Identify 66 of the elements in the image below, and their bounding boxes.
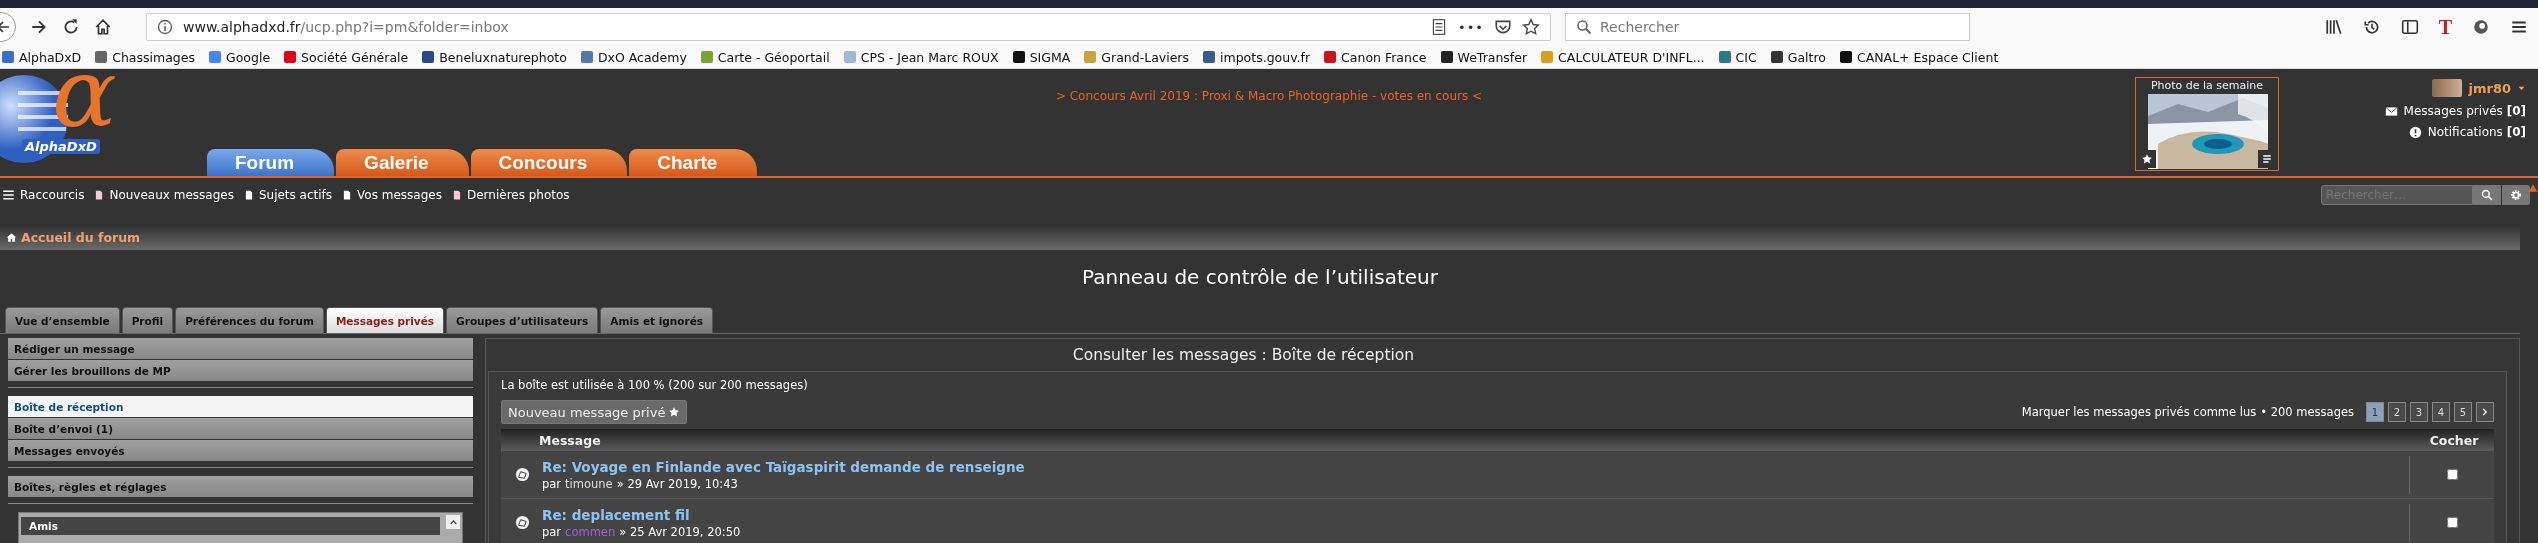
sidebar-item[interactable]: Rédiger un message	[8, 338, 473, 359]
logo-name: AlphaDxD	[22, 139, 100, 154]
bookmark[interactable]: CIC	[1718, 49, 1757, 65]
tab[interactable]: Amis et ignorés	[600, 307, 714, 333]
panel-title: Photo de la semaine	[2149, 78, 2265, 92]
bookmark[interactable]: AlphaDxD	[2, 49, 82, 65]
tab[interactable]: Vue d’ensemble	[5, 307, 120, 333]
bookmark[interactable]: Canon France	[1324, 49, 1427, 65]
bookmark[interactable]: Google	[209, 49, 271, 65]
sidebar-item[interactable]: Boîte d’envoi (1)	[8, 418, 473, 439]
meta-text: par	[542, 524, 562, 539]
page-button[interactable]: 2	[2388, 402, 2406, 422]
search-field[interactable]: Rechercher	[1565, 13, 1970, 41]
date-text: » 29 Avr 2019, 10:43	[616, 476, 738, 491]
bookmark[interactable]: Grand-Laviers	[1084, 49, 1189, 65]
quick-link[interactable]: Sujets actifs	[258, 188, 333, 202]
page-title: Panneau de contrôle de l’utilisateur	[1081, 265, 1439, 291]
meta-text: par	[542, 476, 562, 491]
message-count: • 200 messages	[2260, 405, 2354, 419]
extension-button[interactable]: T	[2438, 15, 2452, 39]
bookmark[interactable]: Chassimages	[95, 49, 195, 65]
tab[interactable]: Groupes d’utilisateurs	[446, 307, 599, 333]
bookmark[interactable]: DxO Academy	[580, 49, 687, 65]
bookmark[interactable]: Beneluxnaturephoto	[422, 49, 567, 65]
message-title-link[interactable]: Re: Voyage en Finlande avec Taïgaspirit demande de renseigne	[542, 458, 2409, 475]
message-title-link[interactable]: Re: deplacement fil	[542, 506, 2409, 523]
panel-title: Consulter les messages : Boîte de réception	[1071, 345, 1416, 366]
breadcrumb-link[interactable]: Accueil du forum	[21, 229, 141, 245]
private-messages-link[interactable]: Messages privés [0]	[2403, 104, 2526, 118]
usage-text: La boîte est utilisée à 100 % (200 sur 200 messages)	[501, 378, 809, 392]
bookmark[interactable]: CANAL+ Espace Client	[1839, 49, 1999, 65]
author-link[interactable]: timoune	[565, 476, 613, 491]
bookmark[interactable]: WeTransfer	[1440, 49, 1528, 65]
quick-link[interactable]: Dernières photos	[466, 188, 570, 202]
page-button[interactable]: 1	[2366, 402, 2384, 422]
tab[interactable]: Préférences du forum	[175, 307, 324, 333]
address-bar[interactable]: www.alphadxd.fr/ucp.php?i=pm&folder=inbox •••	[146, 13, 1551, 41]
sidebar-item[interactable]: Boîtes, règles et réglages	[8, 476, 473, 497]
quick-link[interactable]: Vos messages	[357, 188, 442, 202]
date-text: » 25 Avr 2019, 20:50	[619, 524, 741, 539]
bookmark[interactable]: CALCULATEUR D'INFL...	[1541, 49, 1705, 65]
more-actions-button[interactable]: •••	[1458, 19, 1484, 35]
bookmark[interactable]: Galtro	[1770, 49, 1826, 65]
sidebar-item[interactable]: Messages envoyés	[8, 440, 473, 461]
column-header: Cocher	[2428, 432, 2480, 448]
sidebar-item[interactable]: Gérer les brouillons de MP	[8, 360, 473, 381]
panel-title: Amis	[21, 517, 440, 535]
bookmark[interactable]: SIGMA	[1012, 49, 1071, 65]
column-header: Message	[538, 432, 602, 448]
quick-link[interactable]: Raccourcis	[20, 188, 85, 202]
page-button[interactable]: 4	[2432, 402, 2450, 422]
quick-link[interactable]: Nouveaux messages	[109, 188, 234, 202]
sidebar-item[interactable]: Boîte de réception	[8, 396, 473, 417]
tab[interactable]: Messages privés	[325, 307, 445, 333]
bookmark[interactable]: impots.gouv.fr	[1203, 49, 1311, 65]
bookmark[interactable]: CPS - Jean Marc ROUX	[843, 49, 999, 65]
notifications-link[interactable]: Notifications [0]	[2427, 125, 2526, 139]
bookmark[interactable]: Carte - Géoportail	[700, 49, 830, 65]
announcement-link[interactable]: > Concours Avril 2019 : Proxi & Macro Photographie - votes en cours <	[1055, 89, 1483, 103]
mark-read-link[interactable]: Marquer les messages privés comme lus	[2021, 405, 2257, 419]
page-button[interactable]: 5	[2454, 402, 2472, 422]
new-message-button[interactable]: Nouveau message privé	[501, 400, 688, 424]
username-link[interactable]: jmr80	[2468, 80, 2511, 96]
page-button[interactable]: 3	[2410, 402, 2428, 422]
tab[interactable]: Profil	[121, 307, 174, 333]
bookmark[interactable]: Société Générale	[284, 49, 409, 65]
